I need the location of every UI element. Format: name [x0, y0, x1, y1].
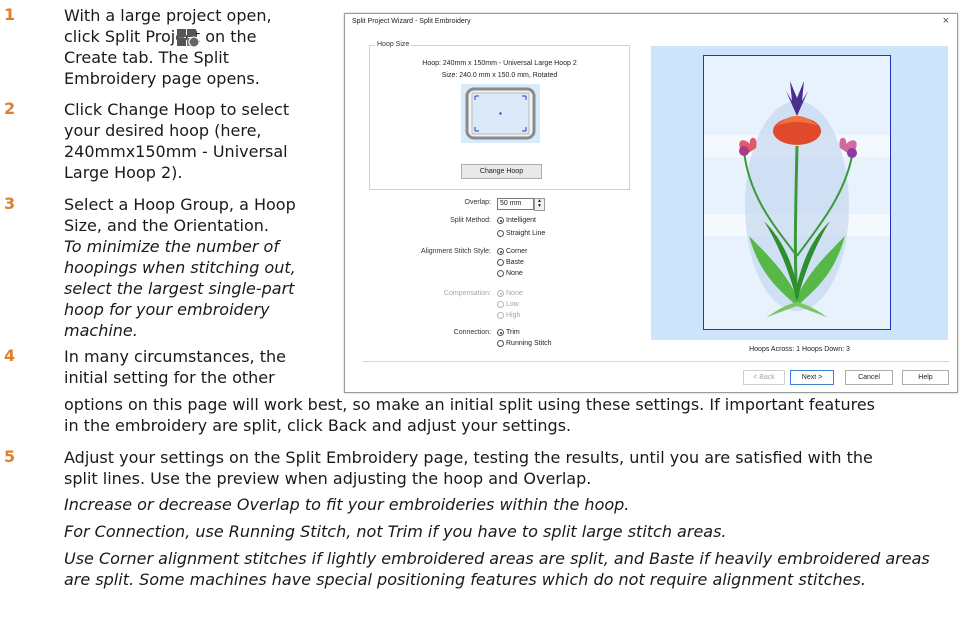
close-icon[interactable]: × [943, 15, 949, 27]
alignment-baste[interactable]: Baste [497, 259, 524, 266]
option-label: Baste [506, 259, 524, 266]
hoop-name: Hoop: 240mm x 150mm - Universal Large Ho… [422, 60, 577, 67]
step-number: 2 [4, 99, 16, 118]
step-line: In many circumstances, the [64, 347, 286, 366]
step-line: 240mmx150mm - Universal [64, 142, 288, 161]
next-button[interactable]: Next > [790, 370, 834, 385]
option-label: None [506, 270, 523, 277]
step-line: options on this page will work best, so … [64, 395, 876, 414]
option-label: Corner [506, 248, 528, 255]
step-note: hoopings when stitching out, [64, 258, 296, 277]
step-line: With a large project open, [64, 6, 272, 25]
alignment-corner[interactable]: Corner [497, 248, 527, 255]
overlap-input[interactable]: 50 mm [497, 198, 534, 210]
radio-icon[interactable] [497, 329, 504, 336]
step-line: Select a Hoop Group, a Hoop [64, 195, 296, 214]
option-label: Intelligent [506, 217, 536, 224]
hoop-thumbnail [461, 84, 540, 143]
step-note: are split. Some machines have special po… [64, 570, 866, 589]
step-note: machine. [64, 321, 138, 340]
step-line: initial setting for the other [64, 368, 275, 387]
compensation-high: High [497, 312, 520, 319]
dialog-title: Split Project Wizard - Split Embroidery [352, 18, 471, 25]
compensation-label: Compensation: [443, 290, 491, 297]
step-line: Click Change Hoop to select [64, 100, 290, 119]
radio-icon [497, 312, 504, 319]
option-label: High [506, 312, 521, 319]
split-preview[interactable] [651, 46, 948, 340]
step-number: 5 [4, 447, 16, 466]
radio-icon[interactable] [497, 217, 504, 224]
radio-icon[interactable] [497, 340, 504, 347]
step-line: Size, and the Orientation. [64, 216, 269, 235]
dialog-divider [363, 361, 949, 362]
step-line: your desired hoop (here, [64, 121, 262, 140]
alignment-none[interactable]: None [497, 270, 523, 277]
radio-icon[interactable] [497, 259, 504, 266]
split-method-intelligent[interactable]: Intelligent [497, 217, 536, 224]
step-note: Use Corner alignment stitches if lightly… [64, 549, 930, 568]
connection-label: Connection: [453, 329, 491, 336]
change-hoop-button[interactable]: Change Hoop [461, 164, 542, 179]
connection-trim[interactable]: Trim [497, 329, 520, 336]
overlap-stepper[interactable]: ▲ ▼ [534, 198, 545, 211]
split-method-straight-line[interactable]: Straight Line [497, 230, 545, 237]
cancel-button[interactable]: Cancel [845, 370, 893, 385]
step-line: in the embroidery are split, click Back … [64, 416, 572, 435]
hoop-outline [703, 55, 891, 330]
step-note: Increase or decrease Overlap to fit your… [64, 495, 630, 514]
step-note: hoop for your embroidery [64, 300, 270, 319]
compensation-low: Low [497, 301, 519, 308]
step-line: Large Hoop 2). [64, 163, 183, 182]
split-project-wizard-dialog: Split Project Wizard - Split Embroidery … [344, 13, 958, 393]
option-label: None [506, 290, 523, 297]
hoop-dimensions: Size: 240.0 mm x 150.0 mm, Rotated [441, 72, 558, 79]
step-text: click Split Project on the [64, 27, 257, 46]
embroidery-design-icon [739, 81, 857, 318]
step-note: For Connection, use Running Stitch, not … [64, 522, 727, 541]
step-line: Create tab. The Split [64, 48, 229, 67]
radio-icon [497, 301, 504, 308]
radio-icon [497, 290, 504, 297]
radio-icon[interactable] [497, 248, 504, 255]
overlap-label: Overlap: [464, 199, 491, 206]
step-number: 1 [4, 5, 16, 24]
alignment-stitch-style-label: Alignment Stitch Style: [420, 248, 491, 255]
option-label: Low [506, 301, 519, 308]
hoops-status: Hoops Across: 1 Hoops Down: 3 [749, 346, 850, 353]
back-button[interactable]: < Back [743, 370, 785, 385]
step-line: Adjust your settings on the Split Embroi… [64, 448, 873, 467]
help-button[interactable]: Help [902, 370, 949, 385]
step-line: click Split Project on the [64, 26, 257, 47]
option-label: Running Stitch [506, 340, 552, 347]
connection-running-stitch[interactable]: Running Stitch [497, 340, 552, 347]
step-note: select the largest single-part [64, 279, 295, 298]
option-label: Straight Line [506, 230, 546, 237]
step-line: Embroidery page opens. [64, 69, 260, 88]
step-number: 3 [4, 194, 16, 213]
radio-icon[interactable] [497, 270, 504, 277]
hoop-size-legend: Hoop Size [375, 41, 412, 48]
step-note: To minimize the number of [64, 237, 279, 256]
radio-icon[interactable] [497, 230, 504, 237]
split-method-label: Split Method: [450, 217, 491, 224]
compensation-none: None [497, 290, 523, 297]
hoop-thumbnail-icon [465, 87, 536, 140]
hoop-size-group: Hoop Size Hoop: 240mm x 150mm - Universa… [369, 41, 630, 190]
step-line: split lines. Use the preview when adjust… [64, 469, 592, 488]
step-number: 4 [4, 346, 16, 365]
split-project-icon [177, 29, 200, 48]
option-label: Trim [506, 329, 520, 336]
